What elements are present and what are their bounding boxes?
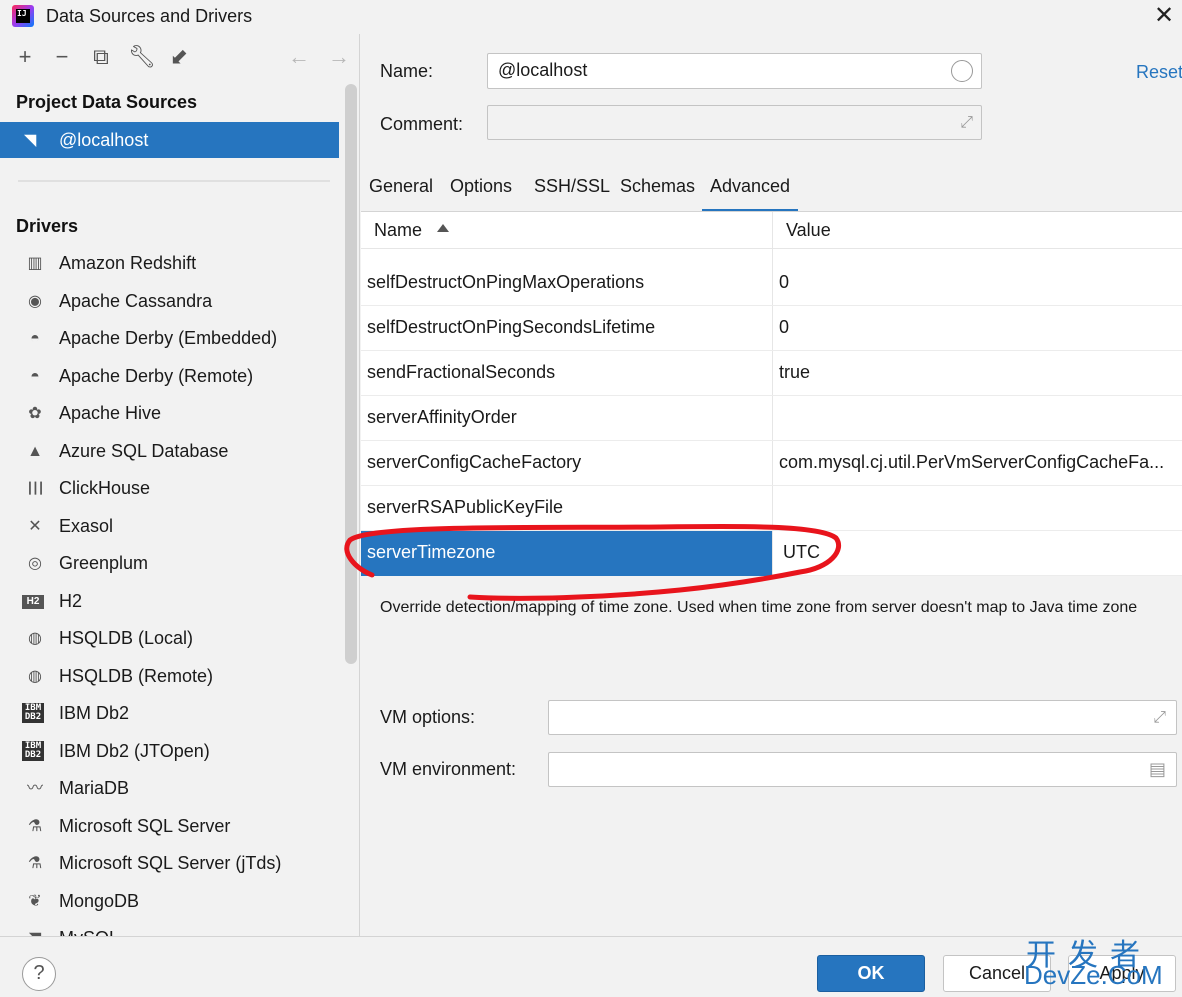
- table-row[interactable]: serverConfigCacheFactory com.mysql.cj.uti…: [361, 441, 1182, 486]
- sidebar-scrollbar[interactable]: [345, 84, 357, 664]
- name-value: @localhost: [498, 60, 588, 80]
- hive-bee-icon: ✿: [28, 405, 42, 422]
- tab-schemas[interactable]: Schemas: [620, 176, 695, 212]
- comment-field[interactable]: ⤢: [487, 105, 982, 140]
- dialog-button-bar: ? OK Cancel Apply: [0, 936, 1182, 997]
- clickhouse-bars-icon: ┃┃┃: [26, 483, 45, 495]
- driver-item[interactable]: ◓ Apache Derby (Embedded): [0, 321, 340, 359]
- forward-arrow-icon[interactable]: →: [326, 44, 352, 70]
- sort-ascending-icon: [437, 224, 449, 232]
- drivers-list: ▥ Amazon Redshift ◉ Apache Cassandra ◓ Apac…: [0, 246, 340, 936]
- data-source-localhost[interactable]: ◥ @localhost: [0, 122, 339, 158]
- driver-item[interactable]: ▥ Amazon Redshift: [0, 246, 340, 284]
- exasol-x-icon: ✕: [28, 517, 42, 535]
- devze-watermark: 开发者 DevZe.CoM: [1024, 930, 1182, 992]
- ibm-db2-icon: IBM DB2: [22, 703, 44, 723]
- column-header-value[interactable]: Value: [786, 220, 831, 241]
- driver-item[interactable]: H2 H2: [0, 584, 340, 622]
- color-circle-icon[interactable]: [951, 60, 973, 82]
- window-title: Data Sources and Drivers: [46, 6, 253, 26]
- help-button[interactable]: ?: [22, 957, 56, 991]
- tab-advanced[interactable]: Advanced: [701, 176, 799, 212]
- derby-hat-icon: ◓: [30, 367, 40, 385]
- name-label: Name:: [380, 61, 434, 81]
- mongodb-leaf-icon: ❦: [28, 892, 42, 910]
- driver-item[interactable]: ◍ HSQLDB (Local): [0, 621, 340, 659]
- ok-button[interactable]: OK: [817, 955, 925, 992]
- cassandra-eye-icon: ◉: [28, 292, 42, 310]
- driver-item[interactable]: 〰 MariaDB: [0, 771, 340, 809]
- mysql-dolphin-icon: ◥: [22, 928, 48, 936]
- hsqldb-icon: ◍: [28, 667, 42, 685]
- watermark-en: DevZe.CoM: [1024, 960, 1163, 990]
- vm-environment-field[interactable]: ▤: [548, 752, 1177, 787]
- redshift-icon: ▥: [27, 255, 43, 272]
- tab-bar: General Options SSH/SSL Schemas Advanced: [361, 170, 1182, 212]
- driver-item[interactable]: ▲ Azure SQL Database: [0, 434, 340, 472]
- azure-icon: ▲: [27, 442, 43, 460]
- driver-item[interactable]: ✕ Exasol: [0, 509, 340, 547]
- driver-item[interactable]: ◓ Apache Derby (Remote): [0, 359, 340, 397]
- drivers-heading: Drivers: [16, 216, 79, 236]
- remove-icon[interactable]: −: [49, 44, 75, 70]
- sqlserver-icon: ⚗: [27, 817, 43, 835]
- intellij-app-icon: IJ: [12, 5, 34, 27]
- tab-general[interactable]: General: [369, 176, 433, 212]
- expand-icon[interactable]: ⤢: [1153, 709, 1166, 727]
- data-source-label: @localhost: [59, 130, 149, 150]
- h2-icon: H2: [22, 594, 44, 609]
- driver-item[interactable]: ◥MySQL: [0, 921, 340, 936]
- tab-options[interactable]: Options: [450, 176, 512, 212]
- mariadb-seal-icon: 〰: [26, 780, 43, 797]
- driver-item[interactable]: ◎ Greenplum: [0, 546, 340, 584]
- driver-item[interactable]: ⚗ Microsoft SQL Server (jTds): [0, 846, 340, 884]
- divider: [18, 180, 330, 182]
- vm-options-label: VM options:: [380, 707, 476, 727]
- driver-item[interactable]: ◉ Apache Cassandra: [0, 284, 340, 322]
- driver-item[interactable]: ┃┃┃ ClickHouse: [0, 471, 340, 509]
- sidebar-toolbar: + − ⧉ 🔧︎ ⬋ ← →: [0, 42, 359, 74]
- table-row-selected[interactable]: serverTimezone UTC: [361, 531, 1182, 576]
- table-row[interactable]: selfDestructOnPingMaxOperations 0: [361, 261, 1182, 306]
- derby-hat-icon: ◓: [30, 330, 40, 347]
- mysql-dolphin-icon: ◥: [24, 132, 37, 149]
- driver-item[interactable]: IBM DB2 IBM Db2: [0, 696, 340, 734]
- table-row[interactable]: serverRSAPublicKeyFile: [361, 486, 1182, 531]
- driver-item[interactable]: ❦ MongoDB: [0, 884, 340, 922]
- reset-link[interactable]: Reset: [1136, 62, 1182, 83]
- project-data-sources-heading: Project Data Sources: [16, 92, 198, 112]
- properties-table: Name Value selfDestructOnPingMaxOperatio…: [361, 212, 1182, 576]
- table-row[interactable]: selfDestructOnPingSecondsLifetime 0: [361, 306, 1182, 351]
- vm-environment-label: VM environment:: [380, 759, 517, 779]
- ibm-db2-icon: IBM DB2: [22, 740, 44, 761]
- close-icon[interactable]: ✕: [1150, 2, 1178, 30]
- sqlserver-icon: ⚗: [27, 855, 43, 872]
- driver-item[interactable]: IBM DB2 IBM Db2 (JTOpen): [0, 734, 340, 772]
- title-bar: IJ Data Sources and Drivers ✕: [0, 0, 1182, 34]
- driver-item[interactable]: ⚗ Microsoft SQL Server: [0, 809, 340, 847]
- table-row[interactable]: serverAffinityOrder: [361, 396, 1182, 441]
- document-icon[interactable]: ▤: [1149, 759, 1166, 780]
- wrench-icon[interactable]: 🔧︎: [128, 44, 156, 70]
- name-field[interactable]: @localhost: [487, 53, 982, 89]
- duplicate-icon[interactable]: ⧉: [88, 44, 114, 70]
- back-arrow-icon[interactable]: ←: [286, 44, 312, 70]
- import-icon[interactable]: ⬋: [166, 44, 192, 70]
- driver-item[interactable]: ◍ HSQLDB (Remote): [0, 659, 340, 697]
- property-description: Override detection/mapping of time zone.…: [380, 599, 1138, 616]
- driver-item[interactable]: ✿ Apache Hive: [0, 396, 340, 434]
- vm-options-field[interactable]: ⤢: [548, 700, 1177, 735]
- column-header-name[interactable]: Name: [374, 220, 422, 241]
- add-icon[interactable]: +: [12, 44, 38, 70]
- expand-icon[interactable]: ⤢: [960, 114, 973, 132]
- main-panel: Name: @localhost Reset Comment: ⤢ Genera…: [361, 34, 1182, 936]
- table-row[interactable]: sendFractionalSeconds true: [361, 351, 1182, 396]
- greenplum-circle-icon: ◎: [28, 555, 42, 572]
- tab-ssh-ssl[interactable]: SSH/SSL: [534, 176, 610, 212]
- comment-label: Comment:: [380, 114, 464, 134]
- sidebar: + − ⧉ 🔧︎ ⬋ ← → Project Data Sources ◥ @l…: [0, 34, 360, 936]
- hsqldb-icon: ◍: [28, 630, 42, 647]
